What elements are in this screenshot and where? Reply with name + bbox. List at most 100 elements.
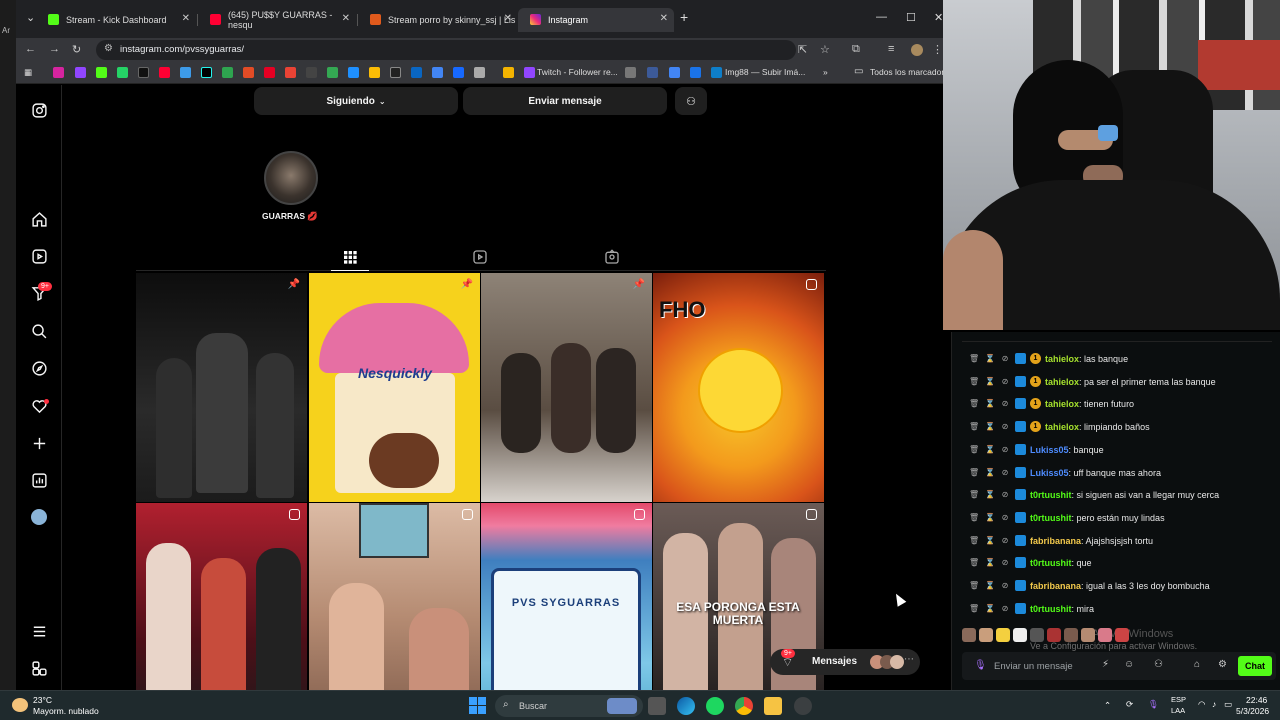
delete-icon[interactable]: 🗑: [969, 468, 979, 478]
profile-avatar[interactable]: [911, 44, 923, 56]
timeout-icon[interactable]: ⌛: [985, 490, 995, 500]
close-window-button[interactable]: ✕: [934, 11, 943, 24]
search-icon[interactable]: [28, 320, 50, 342]
chat-username[interactable]: tahielox: [1045, 399, 1079, 409]
post-tile[interactable]: 📌 Nesquickly: [309, 273, 480, 502]
weather-description[interactable]: Mayorm. nublado: [33, 706, 99, 716]
suggested-people-button[interactable]: ⚇: [675, 87, 707, 115]
magic-icon[interactable]: ⚡: [1102, 659, 1109, 670]
bookmark-twitch-follower[interactable]: Twitch - Follower re...: [537, 67, 618, 77]
maximize-button[interactable]: ☐: [906, 11, 916, 24]
tab-posts[interactable]: [342, 249, 358, 265]
close-icon[interactable]: ✕: [342, 13, 350, 24]
more-menu-icon[interactable]: [28, 620, 50, 642]
volume-icon[interactable]: ♪: [1212, 699, 1216, 709]
language-indicator[interactable]: ESP: [1171, 695, 1186, 704]
media-control-icon[interactable]: ≡: [888, 43, 894, 55]
chat-send-button[interactable]: Chat: [1238, 656, 1272, 676]
send-message-button[interactable]: Enviar mensaje: [463, 87, 667, 115]
bookmark-icon[interactable]: [75, 67, 86, 78]
clock-date[interactable]: 5/3/2026: [1236, 706, 1269, 716]
tab-instagram[interactable]: Instagram ✕: [518, 8, 674, 32]
ban-icon[interactable]: ⊘: [1000, 399, 1010, 409]
bookmark-icon[interactable]: [647, 67, 658, 78]
delete-icon[interactable]: 🗑: [969, 604, 979, 614]
file-explorer-icon[interactable]: [764, 697, 782, 715]
taskbar-search[interactable]: ⌕ Buscar: [495, 695, 643, 717]
ban-icon[interactable]: ⊘: [1000, 536, 1010, 546]
home-icon[interactable]: [28, 208, 50, 230]
bookmark-icon[interactable]: [369, 67, 380, 78]
delete-icon[interactable]: 🗑: [969, 377, 979, 387]
timeout-icon[interactable]: ⌛: [985, 536, 995, 546]
all-bookmarks-folder[interactable]: Todos los marcadores: [870, 67, 944, 77]
chat-username[interactable]: tahielox: [1045, 422, 1079, 432]
edge-icon[interactable]: [677, 697, 695, 715]
ban-icon[interactable]: ⊘: [1000, 354, 1010, 364]
delete-icon[interactable]: 🗑: [969, 536, 979, 546]
windows-start-icon[interactable]: [469, 697, 486, 714]
delete-icon[interactable]: 🗑: [969, 558, 979, 568]
chevron-up-icon[interactable]: ⌃: [1104, 700, 1111, 711]
timeout-icon[interactable]: ⌛: [985, 377, 995, 387]
chat-username[interactable]: t0rtuushit: [1030, 490, 1072, 500]
bookmark-icon[interactable]: [432, 67, 443, 78]
bookmark-icon[interactable]: [306, 67, 317, 78]
tab-stream-porro[interactable]: Stream porro by skinny_ssj | Lis ✕: [358, 8, 518, 32]
timeout-icon[interactable]: ⌛: [985, 558, 995, 568]
bookmark-icon[interactable]: [690, 67, 701, 78]
spotify-icon[interactable]: [706, 697, 724, 715]
gear-icon[interactable]: ⚙: [1218, 659, 1227, 670]
tab-reels[interactable]: [472, 249, 488, 265]
chat-username[interactable]: t0rtuushit: [1030, 604, 1072, 614]
ban-icon[interactable]: ⊘: [1000, 468, 1010, 478]
post-tile[interactable]: [309, 503, 480, 690]
timeout-icon[interactable]: ⌛: [985, 445, 995, 455]
delete-icon[interactable]: 🗑: [969, 490, 979, 500]
chrome-icon[interactable]: [735, 697, 753, 715]
bookmark-icon[interactable]: [453, 67, 464, 78]
menu-icon[interactable]: ⋮: [932, 43, 943, 56]
chat-username[interactable]: Lukiss05: [1030, 468, 1069, 478]
site-info-icon[interactable]: ⚙: [104, 43, 113, 54]
delete-icon[interactable]: 🗑: [969, 513, 979, 523]
url-field[interactable]: ⚙ instagram.com/pvssyguarras/: [96, 40, 796, 60]
chat-username[interactable]: fabribanana: [1030, 581, 1081, 591]
bookmark-icon[interactable]: [96, 67, 107, 78]
wifi-icon[interactable]: ◠: [1198, 699, 1205, 710]
forward-icon[interactable]: →: [49, 43, 60, 55]
tray-app-icon[interactable]: ⟳: [1126, 699, 1133, 710]
bookmark-icon[interactable]: [138, 67, 149, 78]
bookmark-icon[interactable]: [264, 67, 275, 78]
delete-icon[interactable]: 🗑: [969, 354, 979, 364]
tab-youtube[interactable]: (645) PU$$Y GUARRAS - nesqu ✕: [198, 8, 356, 32]
users-icon[interactable]: ⚇: [1154, 659, 1163, 670]
chat-username[interactable]: tahielox: [1045, 354, 1079, 364]
timeout-icon[interactable]: ⌛: [985, 513, 995, 523]
bookmark-icon[interactable]: [348, 67, 359, 78]
meta-apps-icon[interactable]: [28, 657, 50, 679]
timeout-icon[interactable]: ⌛: [985, 399, 995, 409]
ban-icon[interactable]: ⊘: [1000, 604, 1010, 614]
chat-username[interactable]: fabribanana: [1030, 536, 1081, 546]
delete-icon[interactable]: 🗑: [969, 581, 979, 591]
story-highlight[interactable]: [264, 151, 318, 205]
weather-icon[interactable]: [12, 698, 28, 712]
messages-bar[interactable]: ⌔ 9+ Mensajes ⋯: [770, 649, 920, 675]
ban-icon[interactable]: ⊘: [1000, 513, 1010, 523]
bookmark-icon[interactable]: [411, 67, 422, 78]
bookmark-icon[interactable]: [285, 67, 296, 78]
emoji-icon[interactable]: ☺: [1124, 659, 1134, 670]
close-icon[interactable]: ✕: [182, 13, 190, 24]
post-tile[interactable]: 📌: [136, 273, 307, 502]
post-tile[interactable]: FHO: [653, 273, 824, 502]
microphone-icon[interactable]: 🎙: [974, 660, 987, 671]
tab-tagged[interactable]: [604, 249, 620, 265]
task-view-icon[interactable]: [648, 697, 666, 715]
ban-icon[interactable]: ⊘: [1000, 445, 1010, 455]
bookmark-icon[interactable]: [180, 67, 191, 78]
bookmark-imgbb[interactable]: Img88 — Subir Imá...: [725, 67, 805, 77]
timeout-icon[interactable]: ⌛: [985, 354, 995, 364]
bookmark-icon[interactable]: [327, 67, 338, 78]
chat-username[interactable]: Lukiss05: [1030, 445, 1069, 455]
